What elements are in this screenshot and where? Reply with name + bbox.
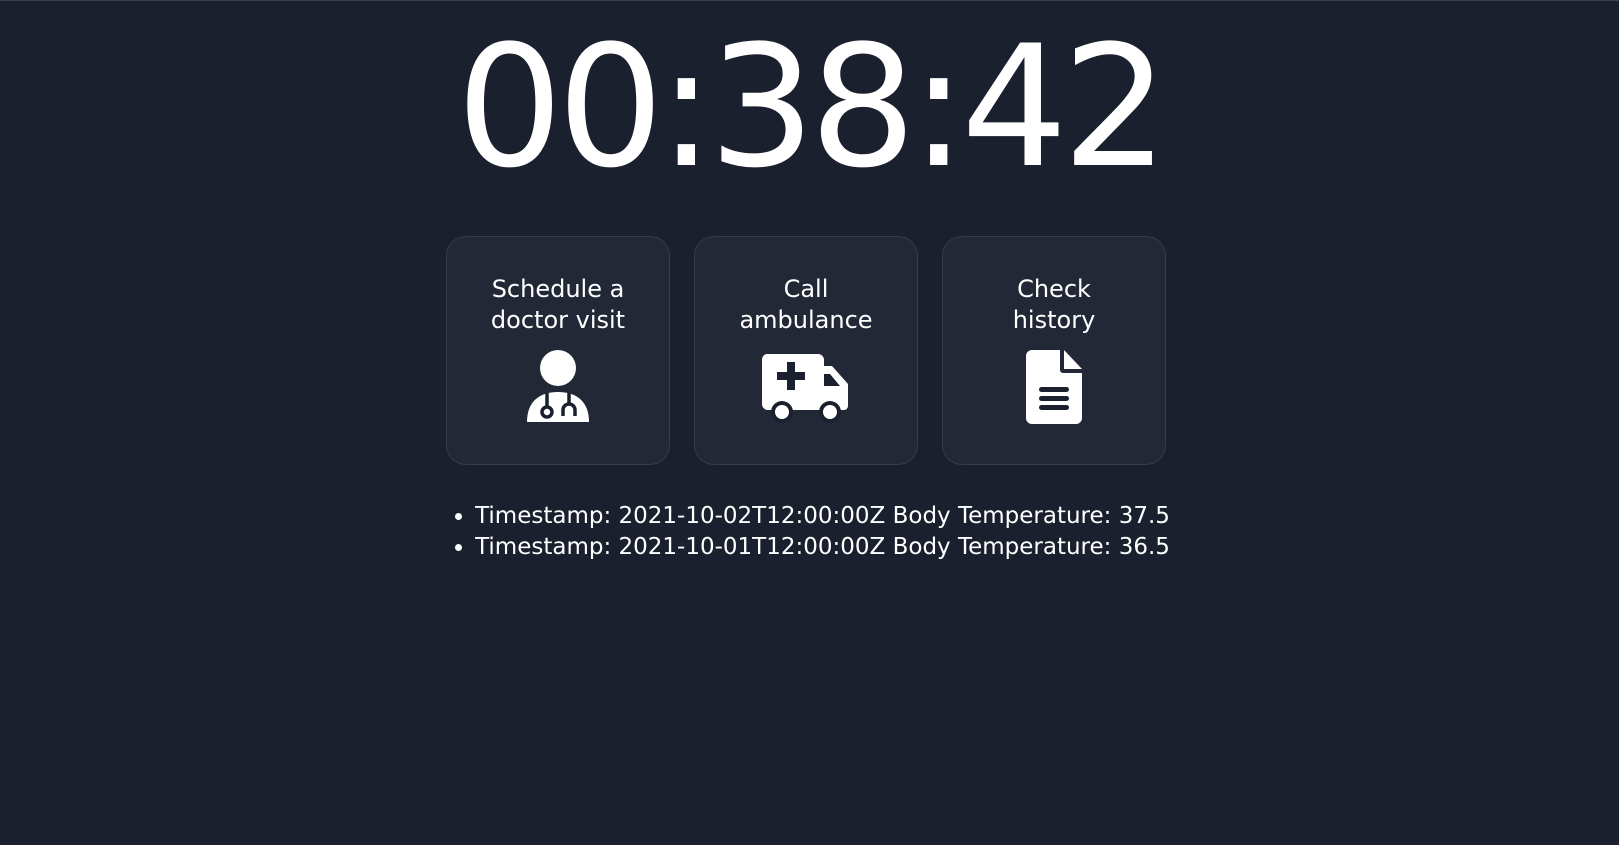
list-item: Timestamp: 2021-10-02T12:00:00Z Body Tem… — [475, 501, 1170, 532]
action-cards: Schedule a doctor visit Call ambulance C… — [446, 236, 1166, 465]
app-page: 00:38:42 Schedule a doctor visit Call am… — [0, 0, 1619, 845]
schedule-doctor-visit-label: Schedule a doctor visit — [490, 275, 626, 334]
ambulance-icon — [760, 350, 852, 424]
call-ambulance-label: Call ambulance — [739, 275, 873, 334]
check-history-button[interactable]: Check history — [942, 236, 1166, 465]
list-item: Timestamp: 2021-10-01T12:00:00Z Body Tem… — [475, 532, 1170, 563]
elapsed-clock: 00:38:42 — [456, 9, 1169, 205]
schedule-doctor-visit-button[interactable]: Schedule a doctor visit — [446, 236, 670, 465]
doctor-icon — [525, 350, 591, 424]
check-history-label: Check history — [1012, 275, 1096, 334]
temperature-readings: Timestamp: 2021-10-02T12:00:00Z Body Tem… — [0, 501, 1619, 563]
document-icon — [1026, 350, 1082, 424]
readings-list: Timestamp: 2021-10-02T12:00:00Z Body Tem… — [449, 501, 1170, 563]
call-ambulance-button[interactable]: Call ambulance — [694, 236, 918, 465]
